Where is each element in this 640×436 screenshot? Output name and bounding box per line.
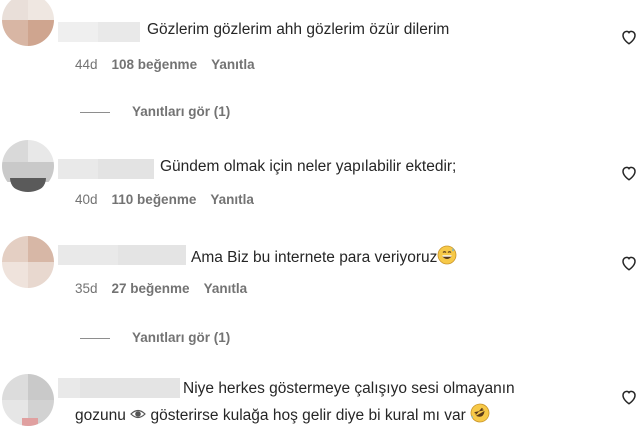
comment-meta: 44d 108 beğenme Yanıtla <box>75 57 269 72</box>
view-replies-button[interactable]: Yanıtları gör (1) <box>80 330 230 345</box>
heart-outline-icon[interactable] <box>620 254 638 272</box>
reply-button[interactable]: Yanıtla <box>211 57 255 72</box>
view-replies-button[interactable]: Yanıtları gör (1) <box>80 104 230 119</box>
avatar[interactable] <box>2 374 54 426</box>
username-blurred[interactable] <box>58 378 180 398</box>
comment-text-segment: gösterirse kulağa hoş gelir diye bi kura… <box>150 407 466 424</box>
comment-text-segment: gozunu <box>75 407 126 424</box>
comment-age: 40d <box>75 192 98 207</box>
avatar[interactable] <box>2 0 54 46</box>
rolling-laughing-emoji <box>470 403 490 423</box>
comment-text-line-2: gozunu gösterirse kulağa hoş gelir diye … <box>75 403 490 427</box>
likes-count[interactable]: 27 beğenme <box>112 281 190 296</box>
view-replies-label[interactable]: Yanıtları gör (1) <box>132 330 230 345</box>
likes-count[interactable]: 110 beğenme <box>112 192 197 207</box>
reply-button[interactable]: Yanıtla <box>204 281 248 296</box>
comment-2: Gündem olmak için neler yapılabilir ekte… <box>0 140 640 220</box>
heart-outline-icon[interactable] <box>620 164 638 182</box>
comment-age: 44d <box>75 57 98 72</box>
username-blurred[interactable] <box>58 159 154 179</box>
eye-emoji <box>130 409 147 419</box>
comment-text: Ama Biz bu internete para veriyoruz <box>191 245 457 269</box>
likes-count[interactable]: 108 beğenme <box>112 57 198 72</box>
comment-meta: 40d 110 beğenme Yanıtla <box>75 192 268 207</box>
comment-meta: 35d 27 beğenme Yanıtla <box>75 281 261 296</box>
comment-1: Gözlerim gözlerim ahh gözlerim özür dile… <box>0 0 640 80</box>
heart-outline-icon[interactable] <box>620 28 638 46</box>
divider-line <box>80 111 110 113</box>
comment-text: Gözlerim gözlerim ahh gözlerim özür dile… <box>147 21 450 38</box>
comment-age: 35d <box>75 281 98 296</box>
username-blurred[interactable] <box>58 245 186 265</box>
heart-outline-icon[interactable] <box>620 388 638 406</box>
divider-line <box>80 337 110 339</box>
avatar[interactable] <box>2 236 54 288</box>
comment-4: Niye herkes göstermeye çalışıyo sesi olm… <box>0 370 640 436</box>
comment-text: Gündem olmak için neler yapılabilir ekte… <box>160 158 457 175</box>
grinning-sweat-emoji <box>438 245 457 265</box>
view-replies-label[interactable]: Yanıtları gör (1) <box>132 104 230 119</box>
comment-3: Ama Biz bu internete para veriyoruz 35d 2… <box>0 236 640 316</box>
reply-button[interactable]: Yanıtla <box>210 192 254 207</box>
avatar[interactable] <box>2 140 54 192</box>
username-blurred[interactable] <box>58 22 140 42</box>
comment-text-content: Ama Biz bu internete para veriyoruz <box>191 249 438 266</box>
comment-text-line-1: Niye herkes göstermeye çalışıyo sesi olm… <box>183 380 515 397</box>
